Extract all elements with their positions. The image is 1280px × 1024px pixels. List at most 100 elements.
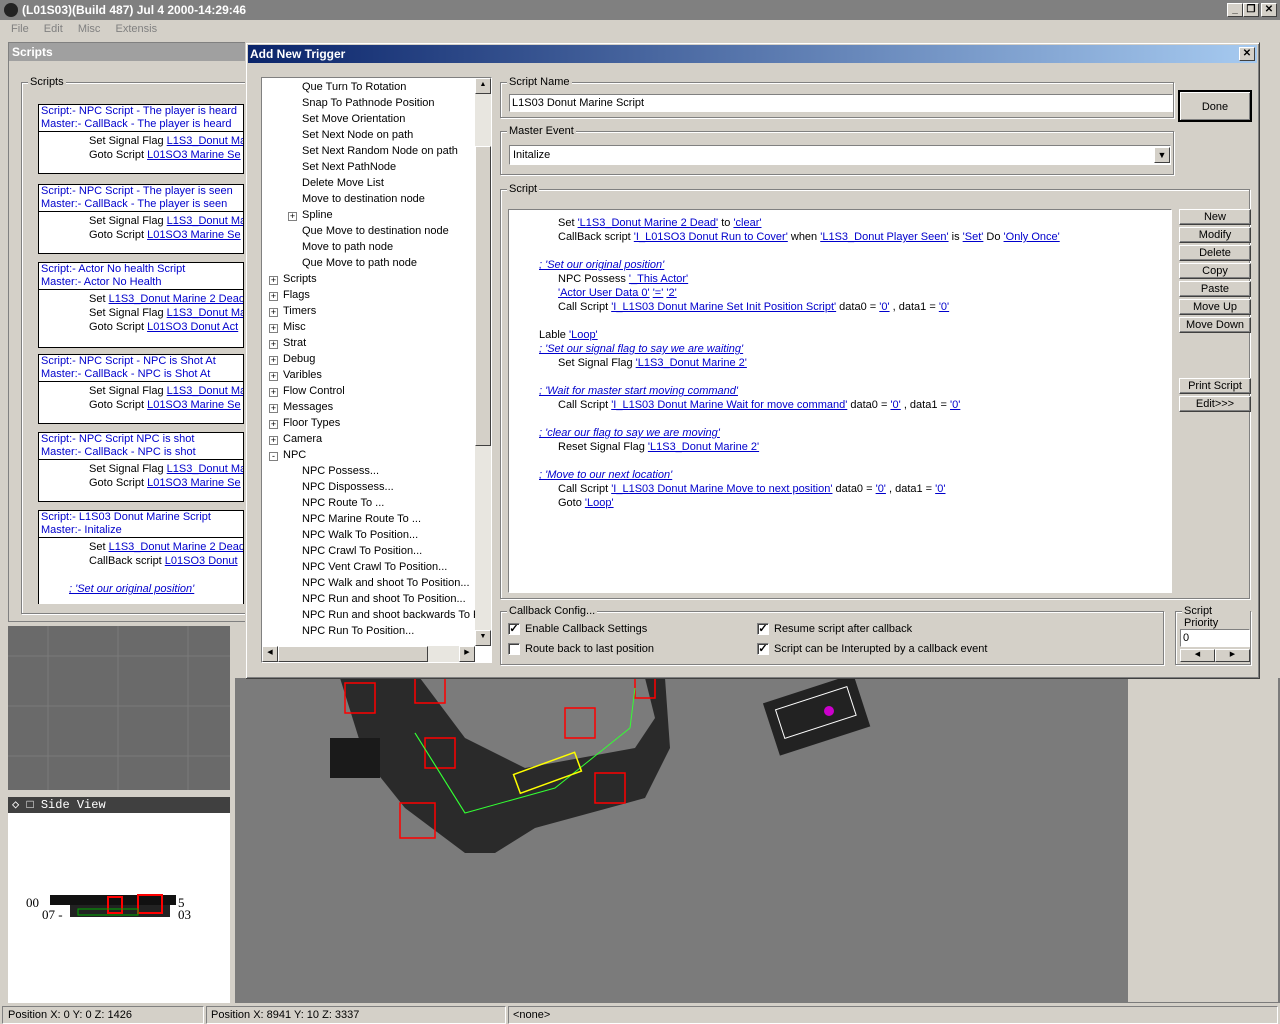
- script-line[interactable]: Lable 'Loop': [539, 329, 598, 341]
- script-line[interactable]: Goto 'Loop': [558, 497, 614, 509]
- tree-item[interactable]: Debug: [283, 353, 315, 365]
- tree-item[interactable]: Camera: [283, 433, 322, 445]
- tree-item[interactable]: NPC Run To Position...: [302, 625, 414, 637]
- tree-item[interactable]: NPC Run and shoot To Position...: [302, 593, 466, 605]
- script-line[interactable]: Call Script 'I_L1S03 Donut Marine Set In…: [558, 301, 949, 313]
- tree-expander[interactable]: +: [269, 420, 278, 429]
- tree-expander[interactable]: +: [288, 212, 297, 221]
- script-line[interactable]: ; 'Set our signal flag to say we are wai…: [539, 343, 743, 355]
- move-up-button[interactable]: Move Up: [1179, 299, 1251, 315]
- tree-scroll-right[interactable]: ▶: [459, 646, 475, 662]
- tree-item[interactable]: Misc: [283, 321, 306, 333]
- tree-expander[interactable]: +: [269, 404, 278, 413]
- tree-expander[interactable]: +: [269, 356, 278, 365]
- tree-item[interactable]: Varibles: [283, 369, 322, 381]
- tree-item[interactable]: Delete Move List: [302, 177, 384, 189]
- tree-item[interactable]: Scripts: [283, 273, 317, 285]
- script-line[interactable]: 'Actor User Data 0' '=' '2': [558, 287, 677, 299]
- script-editor[interactable]: Set 'L1S3_Donut Marine 2 Dead' to 'clear…: [508, 209, 1172, 593]
- script-line[interactable]: Set 'L1S3_Donut Marine 2 Dead' to 'clear…: [558, 217, 762, 229]
- tree-item[interactable]: Que Turn To Rotation: [302, 81, 406, 93]
- tree-item[interactable]: NPC Vent Crawl To Position...: [302, 561, 447, 573]
- script-card[interactable]: Script:- Actor No health Script Master:- …: [38, 262, 244, 348]
- tree-item[interactable]: Floor Types: [283, 417, 340, 429]
- menu-extensis[interactable]: Extensis: [116, 23, 158, 35]
- tree-expander[interactable]: +: [269, 436, 278, 445]
- tree-item[interactable]: Set Next Node on path: [302, 129, 413, 141]
- tree-expander[interactable]: +: [269, 308, 278, 317]
- diamond-icon[interactable]: ◇: [12, 798, 19, 812]
- done-button[interactable]: Done: [1178, 90, 1252, 122]
- tree-item[interactable]: Flow Control: [283, 385, 345, 397]
- script-line[interactable]: Call Script 'I_L1S03 Donut Marine Move t…: [558, 483, 945, 495]
- side-view[interactable]: 00 07 - 03 5: [8, 813, 230, 1003]
- restore-icon[interactable]: □: [26, 798, 33, 812]
- edit-button[interactable]: Edit>>>: [1179, 396, 1251, 412]
- menu-edit[interactable]: Edit: [44, 23, 63, 35]
- scripts-list[interactable]: Script:- NPC Script - The player is hear…: [36, 104, 246, 604]
- modify-button[interactable]: Modify: [1179, 227, 1251, 243]
- tree-expander[interactable]: -: [269, 452, 278, 461]
- close-button[interactable]: ✕: [1261, 3, 1277, 17]
- script-line[interactable]: NPC Possess '_This Actor': [558, 273, 688, 285]
- script-card[interactable]: Script:- NPC Script - The player is seen…: [38, 184, 244, 254]
- tree-item[interactable]: NPC Marine Route To ...: [302, 513, 421, 525]
- maximize-button[interactable]: ❐: [1243, 3, 1259, 17]
- command-tree[interactable]: Que Turn To Rotation Snap To Pathnode Pos…: [261, 77, 492, 663]
- tree-scroll-thumb[interactable]: [475, 146, 491, 446]
- priority-input[interactable]: [1180, 629, 1250, 647]
- tree-item[interactable]: Spline: [302, 209, 333, 221]
- script-line[interactable]: Reset Signal Flag 'L1S3_Donut Marine 2': [558, 441, 759, 453]
- menu-file[interactable]: File: [11, 23, 29, 35]
- script-line[interactable]: ; 'Wait for master start moving command': [539, 385, 738, 397]
- tree-scroll-left[interactable]: ◀: [262, 646, 278, 662]
- tree-item[interactable]: NPC Walk and shoot To Position...: [302, 577, 470, 589]
- tree-item[interactable]: Set Next PathNode: [302, 161, 396, 173]
- tree-item[interactable]: Que Move to path node: [302, 257, 417, 269]
- master-event-select[interactable]: Initalize ▼: [509, 145, 1171, 165]
- tree-item[interactable]: NPC Possess...: [302, 465, 379, 477]
- script-card[interactable]: Script:- L1S03 Donut Marine Script Master…: [38, 510, 244, 604]
- script-line[interactable]: Set Signal Flag 'L1S3_Donut Marine 2': [558, 357, 747, 369]
- tree-expander[interactable]: +: [269, 388, 278, 397]
- tree-item[interactable]: Messages: [283, 401, 333, 413]
- tree-expander[interactable]: +: [269, 372, 278, 381]
- script-line[interactable]: ; 'Set our original position': [539, 259, 664, 271]
- move-down-button[interactable]: Move Down: [1179, 317, 1251, 333]
- script-card[interactable]: Script:- NPC Script - The player is hear…: [38, 104, 244, 174]
- menu-misc[interactable]: Misc: [78, 23, 101, 35]
- tree-item[interactable]: Strat: [283, 337, 306, 349]
- priority-increase[interactable]: ▶: [1215, 649, 1250, 662]
- tree-item[interactable]: NPC Crawl To Position...: [302, 545, 422, 557]
- script-line[interactable]: ; 'clear our flag to say we are moving': [539, 427, 720, 439]
- chevron-down-icon[interactable]: ▼: [1154, 147, 1170, 163]
- tree-item[interactable]: Set Move Orientation: [302, 113, 405, 125]
- main-viewport[interactable]: [235, 678, 1280, 1003]
- new-button[interactable]: New: [1179, 209, 1251, 225]
- tree-scroll-down[interactable]: ▼: [475, 630, 491, 646]
- copy-button[interactable]: Copy: [1179, 263, 1251, 279]
- tree-item[interactable]: Flags: [283, 289, 310, 301]
- route-back-checkbox[interactable]: [508, 643, 520, 655]
- tree-scroll-up[interactable]: ▲: [475, 78, 491, 94]
- tree-expander[interactable]: +: [269, 292, 278, 301]
- tree-item[interactable]: Move to path node: [302, 241, 393, 253]
- tree-item[interactable]: NPC: [283, 449, 306, 461]
- enable-callback-checkbox[interactable]: ✓: [508, 623, 520, 635]
- tree-hscroll-thumb[interactable]: [278, 646, 428, 662]
- tree-item[interactable]: Que Move to destination node: [302, 225, 449, 237]
- resume-script-checkbox[interactable]: ✓: [757, 623, 769, 635]
- tree-item[interactable]: NPC Route To ...: [302, 497, 384, 509]
- tree-item[interactable]: Set Next Random Node on path: [302, 145, 458, 157]
- minimize-button[interactable]: _: [1227, 3, 1243, 17]
- delete-button[interactable]: Delete: [1179, 245, 1251, 261]
- tree-item[interactable]: NPC Run and shoot backwards To P: [302, 609, 476, 621]
- script-line[interactable]: CallBack script 'I_L01SO3 Donut Run to C…: [558, 231, 1060, 243]
- script-name-input[interactable]: [509, 94, 1173, 112]
- tree-item[interactable]: NPC Walk To Position...: [302, 529, 418, 541]
- dialog-close-button[interactable]: ✕: [1239, 47, 1255, 61]
- tree-expander[interactable]: +: [269, 340, 278, 349]
- priority-decrease[interactable]: ◀: [1180, 649, 1215, 662]
- tree-item[interactable]: Snap To Pathnode Position: [302, 97, 435, 109]
- tree-item[interactable]: NPC Dispossess...: [302, 481, 394, 493]
